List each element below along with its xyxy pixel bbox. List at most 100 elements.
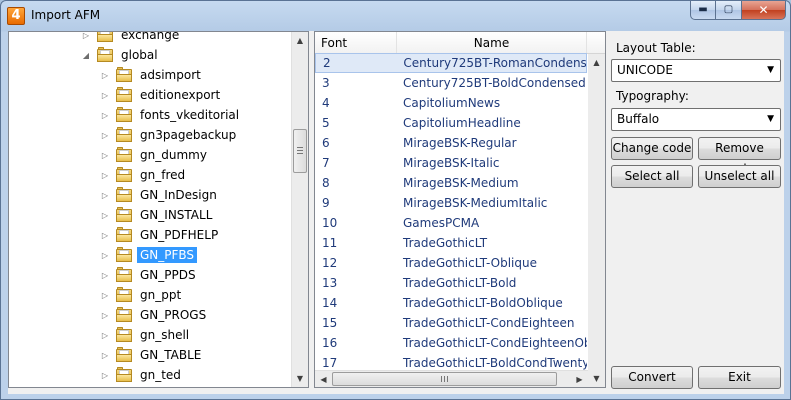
expand-arrow-icon[interactable]: ▷ <box>100 231 110 240</box>
list-scroll-up-arrow-icon[interactable]: ▲ <box>588 54 605 71</box>
exit-button[interactable]: Exit <box>698 366 781 389</box>
close-button[interactable]: ✕ <box>742 1 786 20</box>
tree-item[interactable]: ◢ global <box>81 45 161 65</box>
convert-button[interactable]: Convert <box>611 366 693 389</box>
font-row[interactable]: 14 TradeGothicLT-BoldOblique <box>315 293 587 313</box>
tree-item[interactable]: ▷ GN_PROGS <box>100 305 209 325</box>
font-number-cell: 14 <box>322 296 338 310</box>
tree-item[interactable]: ▷ editionexport <box>100 85 223 105</box>
tree-item[interactable]: ▷ gn3pagebackup <box>100 125 239 145</box>
tree-item-label: gn_ted <box>140 368 181 382</box>
font-row[interactable]: 2 Century725BT-RomanCondensed <box>315 53 587 73</box>
font-name-cell: TradeGothicLT-Oblique <box>403 256 537 270</box>
font-list[interactable]: Font Number Name 2 Century725BT-RomanCond… <box>314 31 606 388</box>
font-row[interactable]: 3 Century725BT-BoldCondensed <box>315 73 587 93</box>
font-row[interactable]: 5 CapitoliumHeadline <box>315 113 587 133</box>
font-number-cell: 6 <box>322 136 330 150</box>
caption-buttons: ▬ ▢ ✕ <box>690 1 786 21</box>
chevron-down-icon: ▼ <box>767 65 774 75</box>
expand-arrow-icon[interactable]: ▷ <box>100 311 110 320</box>
select-all-button[interactable]: Select all <box>611 165 693 188</box>
expand-arrow-icon[interactable]: ▷ <box>100 191 110 200</box>
tree-item[interactable]: ▷ gn_ppt <box>100 285 184 305</box>
font-name-cell: CapitoliumHeadline <box>403 116 521 130</box>
expand-arrow-icon[interactable]: ▷ <box>100 271 110 280</box>
tree-item[interactable]: ▷ GN_PPDS <box>100 265 199 285</box>
font-row[interactable]: 4 CapitoliumNews <box>315 93 587 113</box>
maximize-button[interactable]: ▢ <box>716 1 742 20</box>
list-scroll-down-arrow-icon[interactable]: ▼ <box>588 370 605 387</box>
client-area: ▷ exchange ◢ global ▷ adsimport ▷ editionexport… <box>8 31 784 394</box>
minimize-button[interactable]: ▬ <box>690 1 716 20</box>
tree-item[interactable]: ▷ GN_PDFHELP <box>100 225 221 245</box>
font-row[interactable]: 15 TradeGothicLT-CondEighteen <box>315 313 587 333</box>
tree-item[interactable]: ▷ GN_InDesign <box>100 185 220 205</box>
tree-item[interactable]: ▷ GN_PFBS <box>100 245 198 265</box>
title-bar[interactable]: 4 Import AFM ▬ ▢ ✕ <box>1 1 790 31</box>
tree-item[interactable]: ▷ GN_INSTALL <box>100 205 215 225</box>
folder-icon <box>116 307 132 323</box>
scroll-right-arrow-icon[interactable]: ▶ <box>571 371 588 387</box>
tree-item[interactable]: ▷ exchange <box>81 32 182 45</box>
font-row[interactable]: 6 MirageBSK-Regular <box>315 133 587 153</box>
list-horizontal-scrollbar[interactable]: ◀ ▶ <box>315 370 588 387</box>
font-number-cell: 11 <box>322 236 338 250</box>
expanded-arrow-icon[interactable]: ◢ <box>81 51 91 60</box>
column-header-font-number[interactable]: Font Number <box>315 32 397 72</box>
font-number-cell: 12 <box>322 256 338 270</box>
tree-item[interactable]: ▷ adsimport <box>100 65 204 85</box>
layout-table-label: Layout Table: <box>616 41 696 55</box>
scroll-left-arrow-icon[interactable]: ◀ <box>315 371 332 387</box>
tree-item[interactable]: ▷ gn_shell <box>100 325 192 345</box>
unselect-all-button[interactable]: Unselect all <box>698 165 781 188</box>
tree-item[interactable]: ▷ gn_fred <box>100 165 188 185</box>
font-name-cell: TradeGothicLT-BoldOblique <box>403 296 563 310</box>
expand-arrow-icon[interactable]: ▷ <box>100 251 110 260</box>
expand-arrow-icon[interactable]: ▷ <box>100 291 110 300</box>
expand-arrow-icon[interactable]: ▷ <box>100 211 110 220</box>
scroll-down-arrow-icon[interactable]: ▼ <box>292 370 308 387</box>
font-row[interactable]: 10 GamesPCMA <box>315 213 587 233</box>
remove-code-button[interactable]: Remove code <box>698 137 781 176</box>
tree-item[interactable]: ▷ gn_dummy <box>100 145 210 165</box>
tree-scroll-thumb[interactable] <box>293 129 307 173</box>
column-header-name[interactable]: Name <box>397 32 587 54</box>
font-row[interactable]: 11 TradeGothicLT <box>315 233 587 253</box>
list-vertical-scrollbar[interactable]: ▲ ▼ <box>588 54 605 387</box>
folder-tree[interactable]: ▷ exchange ◢ global ▷ adsimport ▷ editionexport… <box>8 31 309 388</box>
layout-table-select[interactable]: UNICODE ▼ <box>611 59 781 82</box>
expand-arrow-icon[interactable]: ▷ <box>81 32 91 40</box>
list-hscroll-thumb[interactable] <box>332 372 557 386</box>
tree-item-label: GN_INSTALL <box>140 208 213 222</box>
expand-arrow-icon[interactable]: ▷ <box>100 71 110 80</box>
tree-vertical-scrollbar[interactable]: ▲ ▼ <box>291 32 308 387</box>
expand-arrow-icon[interactable]: ▷ <box>100 371 110 380</box>
expand-arrow-icon[interactable]: ▷ <box>100 91 110 100</box>
tree-item[interactable]: ▷ GN_TABLE <box>100 345 204 365</box>
font-row[interactable]: 13 TradeGothicLT-Bold <box>315 273 587 293</box>
expand-arrow-icon[interactable]: ▷ <box>100 351 110 360</box>
font-name-cell: TradeGothicLT-CondEighteen <box>403 316 575 330</box>
font-number-cell: 7 <box>322 156 330 170</box>
expand-arrow-icon[interactable]: ▷ <box>100 151 110 160</box>
tree-item[interactable]: ▷ fonts_vkeditorial <box>100 105 242 125</box>
typography-select[interactable]: Buffalo ▼ <box>611 108 781 131</box>
font-number-cell: 15 <box>322 316 338 330</box>
expand-arrow-icon[interactable]: ▷ <box>100 171 110 180</box>
tree-item-label: GN_PDFHELP <box>140 228 219 242</box>
folder-icon <box>116 87 132 103</box>
expand-arrow-icon[interactable]: ▷ <box>100 111 110 120</box>
font-row[interactable]: 8 MirageBSK-Medium <box>315 173 587 193</box>
expand-arrow-icon[interactable]: ▷ <box>100 131 110 140</box>
scroll-up-arrow-icon[interactable]: ▲ <box>292 32 308 49</box>
font-name-cell: TradeGothicLT-CondEighteenObl <box>403 336 587 350</box>
font-row[interactable]: 7 MirageBSK-Italic <box>315 153 587 173</box>
change-code-button[interactable]: Change code <box>611 137 693 160</box>
font-row[interactable]: 12 TradeGothicLT-Oblique <box>315 253 587 273</box>
font-row[interactable]: 16 TradeGothicLT-CondEighteenObl <box>315 333 587 353</box>
expand-arrow-icon[interactable]: ▷ <box>100 331 110 340</box>
tree-item[interactable]: ▷ gn_ted <box>100 365 184 385</box>
font-name-cell: TradeGothicLT <box>403 236 488 250</box>
layout-table-value: UNICODE <box>617 63 673 77</box>
font-row[interactable]: 9 MirageBSK-MediumItalic <box>315 193 587 213</box>
